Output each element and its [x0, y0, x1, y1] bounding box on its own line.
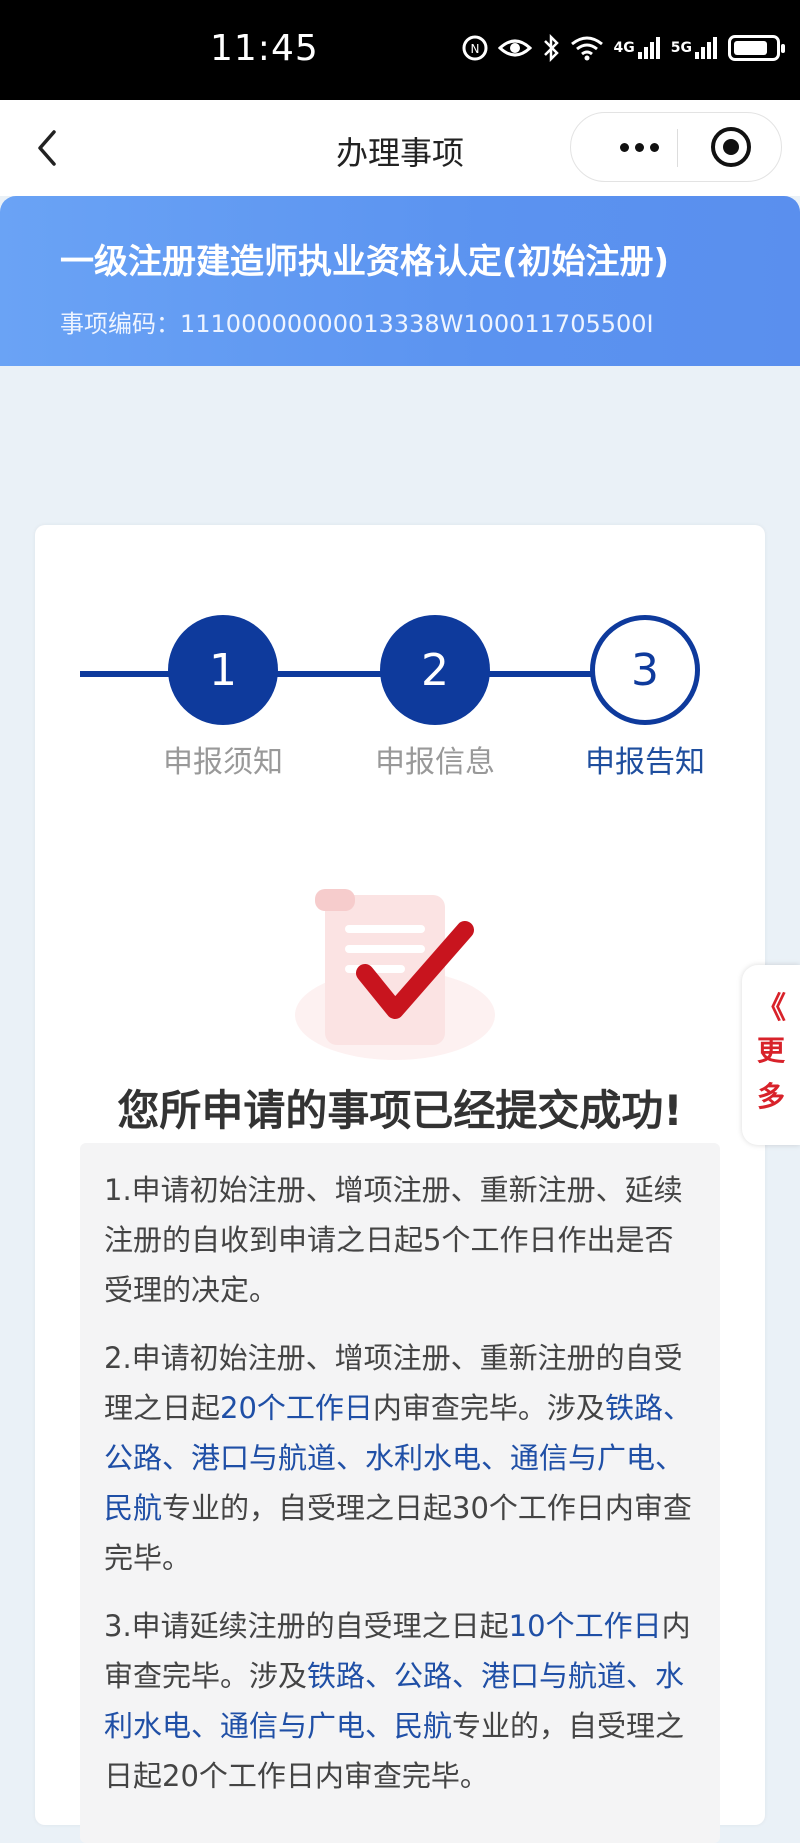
- success-title: 您所申请的事项已经提交成功!: [117, 1086, 683, 1135]
- notice-item-1-text: 1.申请初始注册、增项注册、重新注册、延续注册的自收到申请之日起5个工作日作出是…: [104, 1173, 683, 1307]
- item-code-label: 事项编码：: [60, 310, 180, 338]
- capsule-divider: [677, 129, 678, 167]
- battery-icon: [728, 35, 785, 61]
- result-card: 1 申报须知 2 申报信息 3 申报告知 您所申请的事项已经提交成功! 1.申请…: [35, 525, 765, 1843]
- item-header: 一级注册建造师执业资格认定(初始注册) 事项编码：111000000000133…: [0, 196, 800, 366]
- status-bar: 11:45 N 4G 5G: [0, 0, 800, 100]
- eye-icon: [497, 37, 532, 59]
- item-code: 事项编码：11100000000013338W100011705500I: [60, 304, 654, 339]
- step-2-label: 申报信息: [375, 745, 495, 780]
- notice-item-2-text-c: 内审查完毕。涉及: [372, 1391, 605, 1425]
- notice-box: 1.申请初始注册、增项注册、重新注册、延续注册的自收到申请之日起5个工作日作出是…: [80, 1143, 720, 1843]
- step-3-label: 申报告知: [585, 745, 705, 780]
- step-1: 1 申报须知: [148, 615, 298, 781]
- signal-4g-label: 4G: [613, 40, 635, 56]
- side-more-label-2: 多: [756, 1080, 785, 1113]
- progress-steps: 1 申报须知 2 申报信息 3 申报告知: [35, 525, 765, 780]
- signal-5g-label: 5G: [670, 40, 692, 56]
- notice-item-2-text-e: 专业的，自受理之日起30个工作日内审查完毕。: [104, 1491, 692, 1575]
- close-mini-program-button[interactable]: [711, 127, 751, 167]
- step-1-label: 申报须知: [163, 745, 283, 780]
- side-more-label-1: 更: [756, 1034, 785, 1067]
- step-1-circle: 1: [168, 615, 278, 725]
- more-dots-icon: [619, 142, 629, 152]
- notice-item-2: 2.申请初始注册、增项注册、重新注册的自受理之日起20个工作日内审查完毕。涉及铁…: [104, 1333, 696, 1583]
- item-code-value: 11100000000013338W100011705500I: [180, 310, 654, 338]
- submit-success-icon: [295, 889, 495, 1060]
- svg-text:N: N: [470, 42, 479, 56]
- notice-item-1: 1.申请初始注册、增项注册、重新注册、延续注册的自收到申请之日起5个工作日作出是…: [104, 1165, 696, 1315]
- step-2-circle: 2: [380, 615, 490, 725]
- signal-4g-icon: 4G: [614, 36, 661, 60]
- notice-item-2-deadline: 20个工作日: [220, 1391, 373, 1425]
- signal-5g-icon: 5G: [671, 36, 718, 60]
- status-time: 11:45: [210, 28, 319, 69]
- notice-item-3: 3.申请延续注册的自受理之日起10个工作日内审查完毕。涉及铁路、公路、港口与航道…: [104, 1601, 696, 1801]
- nav-bar: 办理事项: [0, 100, 800, 196]
- notice-item-3-text-a: 3.申请延续注册的自受理之日起: [104, 1609, 509, 1643]
- step-3-circle: 3: [590, 615, 700, 725]
- notice-item-3-deadline: 10个工作日: [508, 1609, 662, 1643]
- mini-program-capsule: [570, 112, 782, 182]
- step-2: 2 申报信息: [360, 615, 510, 781]
- side-more-button[interactable]: 《 更 多: [742, 965, 800, 1145]
- status-icons: N 4G 5G: [462, 34, 785, 62]
- nfc-icon: N: [462, 35, 488, 61]
- wifi-icon: [570, 35, 604, 61]
- step-3: 3 申报告知: [570, 615, 720, 781]
- double-chevron-left-icon: 《: [756, 991, 786, 1026]
- bluetooth-icon: [542, 34, 560, 62]
- item-name: 一级注册建造师执业资格认定(初始注册): [60, 242, 670, 282]
- more-options-button[interactable]: [599, 113, 679, 181]
